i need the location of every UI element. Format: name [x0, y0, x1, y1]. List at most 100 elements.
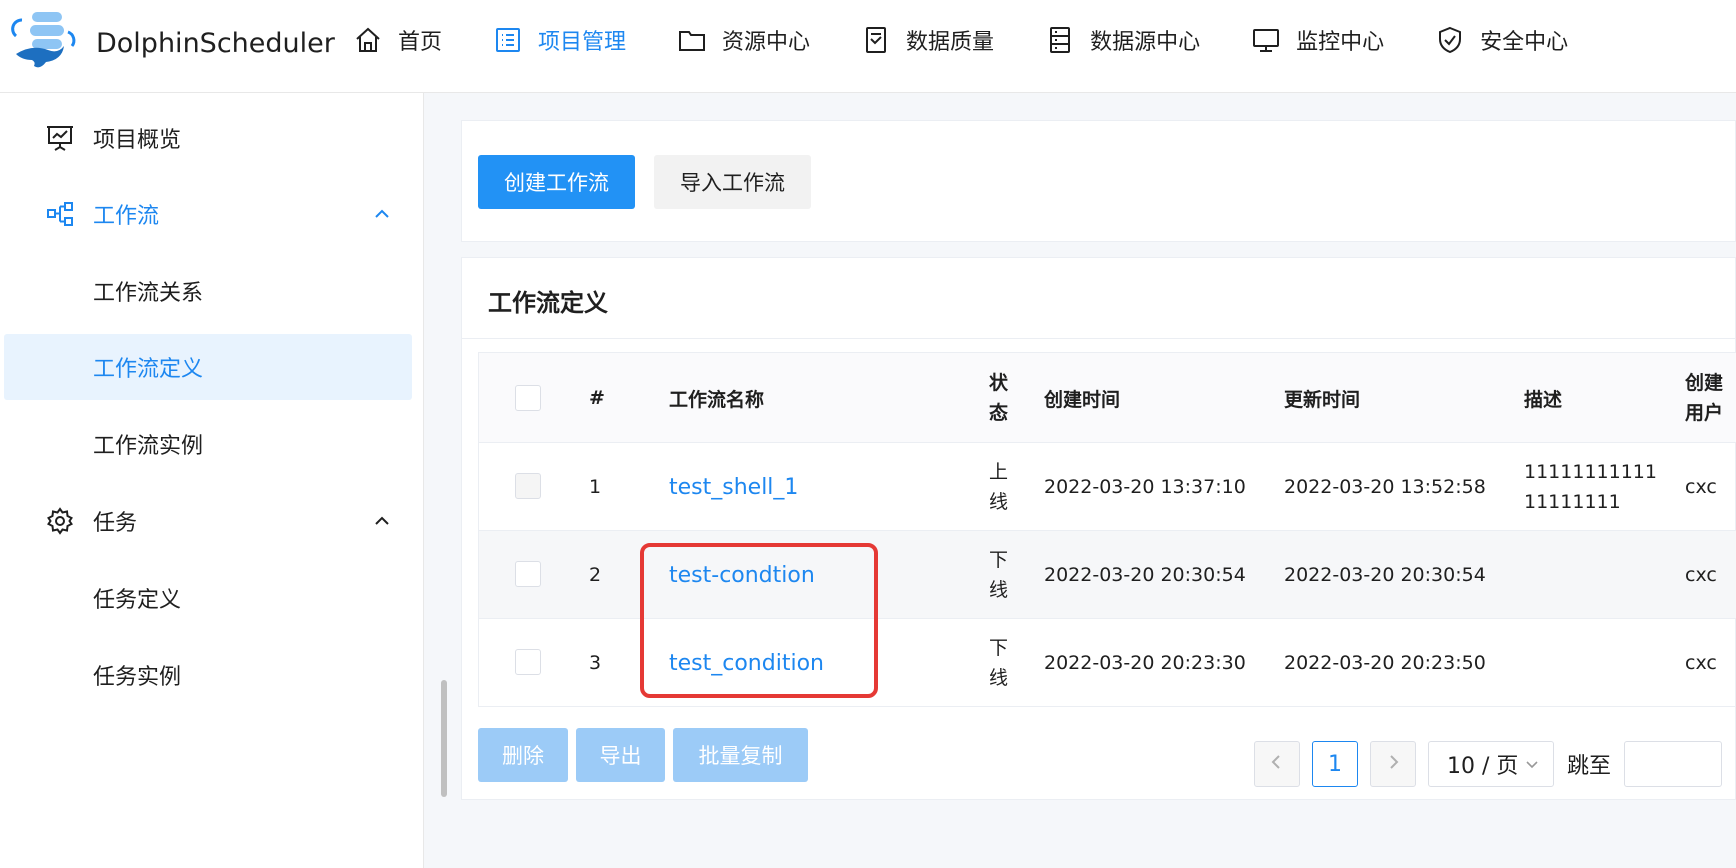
row-update-time: 2022-03-20 20:23:50: [1284, 652, 1486, 674]
sidebar-item-workflow-definition[interactable]: 工作流定义: [4, 334, 412, 400]
table-row: 2 test-condtion 下 线 2022-03-20 20:30:54 …: [479, 531, 1736, 619]
column-header-state: 状 态: [989, 353, 1008, 443]
shield-icon: [1432, 22, 1468, 58]
select-all-checkbox[interactable]: [515, 385, 541, 411]
batch-copy-button[interactable]: 批量复制: [673, 728, 808, 782]
column-header-name: 工作流名称: [669, 388, 765, 411]
sidebar-item-label: 项目概览: [93, 128, 182, 153]
nav-label: 安全中心: [1480, 30, 1569, 55]
table-row: 1 test_shell_1 上 线 2022-03-20 13:37:10 2…: [479, 443, 1736, 531]
create-workflow-button[interactable]: 创建工作流: [478, 155, 635, 209]
nav-home[interactable]: 首页: [350, 18, 442, 62]
nav-resource-center[interactable]: 资源中心: [674, 18, 810, 62]
column-header-create-time: 创建时间: [1044, 388, 1121, 411]
column-header-state-line: 状: [989, 372, 1009, 394]
row-index: 1: [589, 476, 602, 498]
export-button[interactable]: 导出: [576, 728, 665, 782]
list-icon: [490, 22, 526, 58]
nav-label: 监控中心: [1296, 30, 1385, 55]
column-header-update-time: 更新时间: [1284, 388, 1361, 411]
jump-to-page-input[interactable]: [1624, 741, 1722, 787]
nav-datasource-center[interactable]: 数据源中心: [1042, 18, 1200, 62]
workflow-name-link[interactable]: test_shell_1: [669, 443, 798, 531]
sidebar: 项目概览 工作流 工作流关系 工作流定义 工作流实例 任务 任务定义 任务实例: [0, 93, 424, 868]
row-state-line: 下: [989, 637, 1009, 659]
column-header-user: 创建 用户: [1685, 353, 1723, 443]
sidebar-item-label: 任务定义: [93, 588, 182, 613]
card-title: 工作流定义: [488, 289, 608, 317]
chevron-down-icon: [1524, 756, 1540, 772]
table-row: 3 test_condition 下 线 2022-03-20 20:23:30…: [479, 619, 1736, 706]
gear-icon: [44, 505, 76, 537]
sidebar-item-workflow-instance[interactable]: 工作流实例: [4, 411, 412, 477]
row-state-line: 下: [989, 549, 1009, 571]
row-create-time: 2022-03-20 20:23:30: [1044, 652, 1246, 674]
home-icon: [350, 22, 386, 58]
folder-icon: [674, 22, 710, 58]
sidebar-item-label: 工作流定义: [93, 357, 204, 382]
sidebar-scrollbar[interactable]: [441, 680, 447, 797]
sidebar-item-workflow[interactable]: 工作流: [4, 181, 412, 247]
row-state: 上 线: [989, 443, 1008, 531]
sidebar-item-task[interactable]: 任务: [4, 488, 412, 554]
row-user: cxc: [1685, 476, 1717, 498]
next-page-button[interactable]: [1370, 741, 1416, 787]
row-checkbox[interactable]: [515, 649, 541, 675]
chevron-right-icon: [1384, 753, 1402, 775]
page-size-select[interactable]: 10 / 页: [1428, 741, 1554, 787]
column-header-user-line: 创建: [1685, 372, 1724, 394]
row-state: 下 线: [989, 619, 1009, 706]
nav-monitor-center[interactable]: 监控中心: [1248, 18, 1384, 62]
chevron-up-icon[interactable]: [370, 509, 394, 533]
row-state-line: 线: [989, 491, 1009, 513]
app-name: DolphinScheduler: [96, 27, 335, 59]
row-user: cxc: [1685, 652, 1717, 674]
prev-page-button[interactable]: [1254, 741, 1300, 787]
row-index: 3: [589, 652, 602, 674]
row-state-line: 线: [989, 579, 1009, 601]
import-workflow-button[interactable]: 导入工作流: [654, 155, 811, 209]
column-header-user-line: 用户: [1685, 402, 1724, 424]
row-create-time: 2022-03-20 20:30:54: [1044, 564, 1246, 586]
dolphin-logo-icon: [10, 10, 80, 72]
nav-data-quality[interactable]: 数据质量: [858, 18, 994, 62]
sidebar-item-task-definition[interactable]: 任务定义: [4, 565, 412, 631]
row-description-line: 11111111111: [1524, 461, 1657, 483]
page-number-current[interactable]: 1: [1312, 741, 1358, 787]
app-logo[interactable]: DolphinScheduler: [10, 10, 335, 72]
row-create-time: 2022-03-20 13:37:10: [1044, 476, 1246, 498]
chevron-left-icon: [1268, 753, 1286, 775]
nav-security-center[interactable]: 安全中心: [1432, 18, 1568, 62]
row-update-time: 2022-03-20 13:52:58: [1284, 476, 1486, 498]
sidebar-item-label: 任务: [93, 511, 138, 536]
nav-project-management[interactable]: 项目管理: [490, 18, 626, 62]
row-checkbox[interactable]: [515, 561, 541, 587]
nav-label: 项目管理: [538, 30, 627, 55]
sidebar-item-label: 任务实例: [93, 665, 182, 690]
page-size-value: 10 / 页: [1447, 754, 1519, 779]
card-divider: [462, 338, 1736, 339]
presentation-chart-icon: [44, 122, 76, 154]
workflow-icon: [44, 198, 76, 230]
sidebar-item-label: 工作流实例: [93, 434, 204, 459]
row-description: 11111111111 11111111: [1524, 443, 1657, 531]
nav-label: 数据质量: [906, 30, 995, 55]
main-nav: 首页 项目管理 资源中心 数据质量 数据源中心 监控中心 安全中心: [350, 18, 1568, 62]
sidebar-item-task-instance[interactable]: 任务实例: [4, 642, 412, 708]
row-state-line: 上: [989, 461, 1009, 483]
table-header: # 工作流名称 状 态 创建时间 更新时间 描述 创建 用户: [479, 353, 1736, 443]
chevron-up-icon[interactable]: [370, 202, 394, 226]
row-checkbox[interactable]: [515, 473, 541, 499]
column-header-description: 描述: [1524, 388, 1563, 411]
sidebar-item-label: 工作流: [93, 204, 160, 229]
database-icon: [1042, 22, 1078, 58]
sidebar-item-workflow-relation[interactable]: 工作流关系: [4, 258, 412, 324]
monitor-icon: [1248, 22, 1284, 58]
sidebar-item-project-overview[interactable]: 项目概览: [4, 105, 412, 171]
workflow-name-link[interactable]: test-condtion: [669, 531, 815, 619]
delete-button[interactable]: 删除: [478, 728, 568, 782]
row-update-time: 2022-03-20 20:30:54: [1284, 564, 1486, 586]
row-description-line: 11111111: [1524, 491, 1621, 513]
workflow-name-link[interactable]: test_condition: [669, 619, 824, 706]
nav-label: 数据源中心: [1090, 30, 1201, 55]
